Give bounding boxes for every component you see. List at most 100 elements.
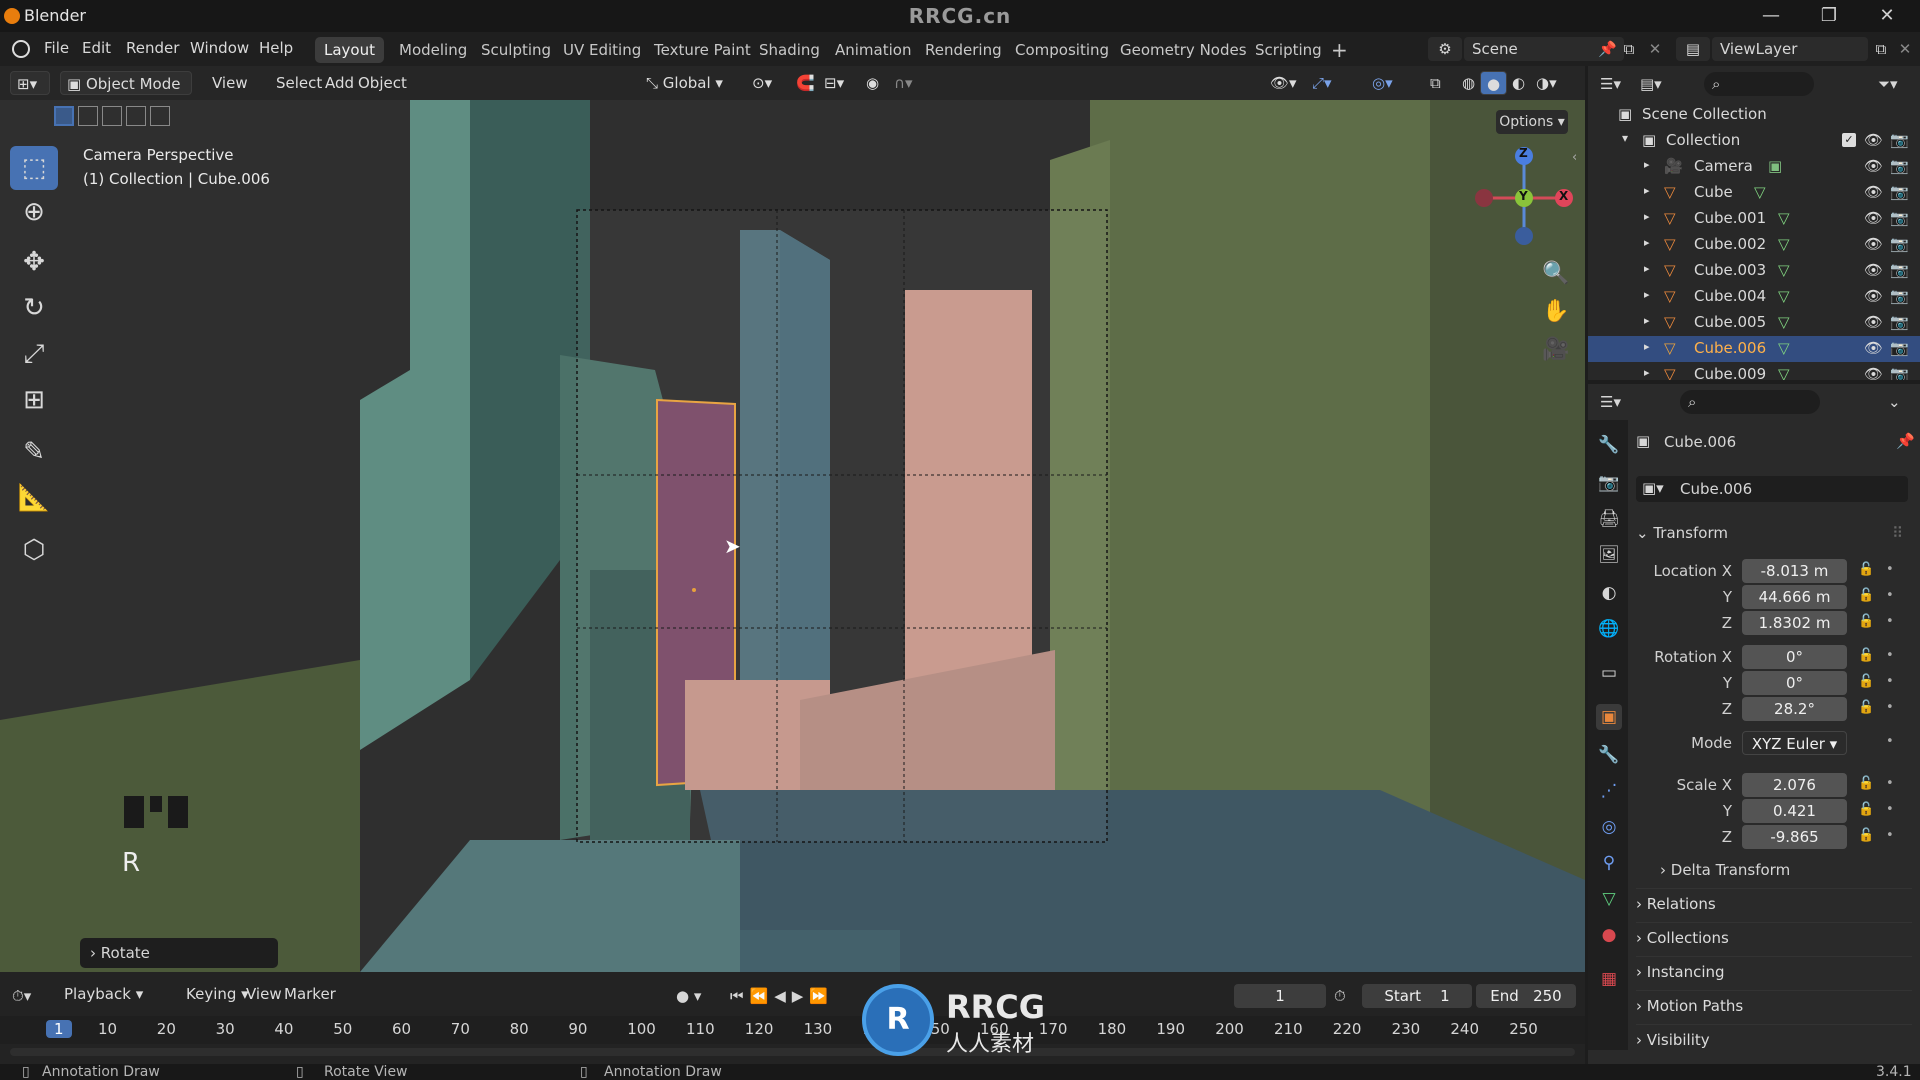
menu-render[interactable]: Render: [126, 39, 179, 57]
hide-eye-icon[interactable]: 👁: [1864, 131, 1883, 149]
hide-eye-icon[interactable]: 👁: [1864, 313, 1883, 331]
playhead-frame-marker[interactable]: 1: [46, 1020, 72, 1038]
outliner-item-selected[interactable]: ▸ ▽ Cube.006 ▽ 👁 📷: [1588, 336, 1920, 362]
keyframe-dot-icon[interactable]: •: [1886, 674, 1894, 689]
current-frame-field[interactable]: 1: [1234, 984, 1326, 1008]
drag-handle-icon[interactable]: ⠿: [1892, 518, 1903, 548]
rotate-tool-icon[interactable]: ↻: [10, 286, 58, 330]
tab-scripting[interactable]: Scripting: [1246, 37, 1331, 63]
camera-view-icon[interactable]: 🎥: [1538, 332, 1574, 368]
object-datablock-field[interactable]: ▣▾ Cube.006: [1636, 476, 1908, 502]
mesh-data-icon[interactable]: ▽: [1778, 313, 1790, 331]
tab-layout[interactable]: Layout: [315, 37, 384, 63]
zoom-icon[interactable]: 🔍: [1538, 256, 1574, 292]
navigation-gizmo[interactable]: Z Y X: [1470, 140, 1580, 250]
measure-tool-icon[interactable]: 📐: [10, 476, 58, 520]
lock-icon[interactable]: 🔓: [1858, 562, 1874, 577]
expand-chevron-icon[interactable]: ▸: [1644, 184, 1650, 197]
xray-icon[interactable]: ⧉: [1424, 71, 1447, 95]
motion-paths-panel-header[interactable]: › Motion Paths: [1636, 990, 1912, 1020]
render-camera-icon[interactable]: 📷: [1890, 183, 1909, 201]
proportional-edit-icon[interactable]: ◉: [860, 71, 885, 95]
render-camera-icon[interactable]: 📷: [1890, 131, 1909, 149]
menu-window[interactable]: Window: [190, 39, 249, 57]
keyframe-dot-icon[interactable]: •: [1886, 700, 1894, 715]
transform-orientation-dropdown[interactable]: ⤡ Global ▾: [640, 71, 736, 95]
render-camera-icon[interactable]: 📷: [1890, 287, 1909, 305]
instancing-panel-header[interactable]: › Instancing: [1636, 956, 1912, 986]
gizmo-icon[interactable]: ⤢▾: [1306, 71, 1338, 95]
filter-icon[interactable]: ⏷▾: [1878, 72, 1912, 96]
object-tab-icon[interactable]: ▣: [1596, 704, 1622, 730]
select-extend-icon[interactable]: [78, 106, 98, 126]
menu-object[interactable]: Object: [352, 71, 413, 95]
mesh-data-icon[interactable]: ▽: [1778, 287, 1790, 305]
texture-tab-icon[interactable]: ▦: [1596, 966, 1622, 992]
play-icon[interactable]: ▶: [792, 987, 810, 1005]
pivot-point-icon[interactable]: ⊙▾: [746, 71, 778, 95]
overlays-icon[interactable]: ◎▾: [1366, 71, 1399, 95]
scene-browse-icon[interactable]: ⚙: [1428, 37, 1462, 61]
transform-panel-header[interactable]: ⌄ Transform ⠿: [1636, 518, 1912, 548]
lock-icon[interactable]: 🔓: [1858, 588, 1874, 603]
tab-uv-editing[interactable]: UV Editing: [554, 37, 650, 63]
scale-tool-icon[interactable]: ⤢: [10, 332, 58, 376]
mesh-data-icon[interactable]: ▽: [1778, 235, 1790, 253]
scale-y-field[interactable]: 0.421: [1742, 799, 1847, 823]
rendered-shading-icon[interactable]: ◑▾: [1530, 71, 1563, 95]
menu-edit[interactable]: Edit: [82, 39, 111, 57]
tab-geometry-nodes[interactable]: Geometry Nodes: [1111, 37, 1256, 63]
start-frame-field[interactable]: Start 1: [1362, 984, 1472, 1008]
collection-row[interactable]: ▾ ▣ Collection ✓ 👁 📷: [1588, 128, 1920, 154]
add-cube-tool-icon[interactable]: ⬡: [10, 528, 58, 572]
render-camera-icon[interactable]: 📷: [1890, 235, 1909, 253]
visibility-icon[interactable]: 👁▾: [1264, 71, 1303, 95]
pin-icon[interactable]: 📌: [1896, 432, 1915, 450]
render-camera-icon[interactable]: 📷: [1890, 365, 1909, 380]
prev-keyframe-icon[interactable]: ⏪: [750, 987, 775, 1005]
last-operator-panel[interactable]: › Rotate: [80, 938, 278, 968]
tab-compositing[interactable]: Compositing: [1006, 37, 1118, 63]
auto-keying-icon[interactable]: ● ▾: [676, 984, 716, 1008]
expand-chevron-icon[interactable]: ▸: [1644, 210, 1650, 223]
render-camera-icon[interactable]: 📷: [1890, 209, 1909, 227]
pan-hand-icon[interactable]: ✋: [1538, 294, 1574, 330]
keyframe-dot-icon[interactable]: •: [1886, 588, 1894, 603]
expand-chevron-icon[interactable]: ▾: [1622, 131, 1628, 145]
location-x-field[interactable]: -8.013 m: [1742, 559, 1847, 583]
outliner-item[interactable]: ▸ ▽ Cube.005 ▽ 👁 📷: [1588, 310, 1920, 336]
lock-icon[interactable]: 🔓: [1858, 614, 1874, 629]
output-tab-icon[interactable]: 🖨: [1596, 506, 1622, 532]
end-frame-field[interactable]: End 250: [1476, 984, 1576, 1008]
cursor-tool-icon[interactable]: ⊕: [10, 190, 58, 234]
next-keyframe-icon[interactable]: ⏩: [809, 987, 834, 1005]
options-dropdown[interactable]: Options ▾: [1496, 110, 1568, 134]
select-invert-icon[interactable]: [126, 106, 146, 126]
scene-tab-icon[interactable]: ◐: [1596, 580, 1622, 606]
outliner-editor-type-icon[interactable]: ☰▾: [1600, 72, 1634, 96]
keyframe-dot-icon[interactable]: •: [1886, 648, 1894, 663]
location-y-field[interactable]: 44.666 m: [1742, 585, 1847, 609]
mode-dropdown[interactable]: ▣ Object Mode ▾: [60, 71, 192, 117]
lock-icon[interactable]: 🔓: [1858, 828, 1874, 843]
tool-tab-icon[interactable]: 🔧: [1596, 432, 1622, 458]
expand-chevron-icon[interactable]: ▸: [1644, 236, 1650, 249]
object-browse-icon[interactable]: ▣▾: [1642, 479, 1664, 497]
timeline-editor-type-icon[interactable]: ⏱▾: [12, 984, 50, 1008]
lock-icon[interactable]: 🔓: [1858, 802, 1874, 817]
keyframe-dot-icon[interactable]: •: [1886, 734, 1894, 749]
particles-tab-icon[interactable]: ⋰: [1596, 778, 1622, 804]
tab-modeling[interactable]: Modeling: [390, 37, 476, 63]
hide-eye-icon[interactable]: 👁: [1864, 183, 1883, 201]
blender-menu-icon[interactable]: [12, 40, 30, 58]
rotation-z-field[interactable]: 28.2°: [1742, 697, 1847, 721]
menu-file[interactable]: File: [44, 39, 69, 57]
physics-tab-icon[interactable]: ◎: [1596, 814, 1622, 840]
outliner-item[interactable]: ▸ ▽ Cube.002 ▽ 👁 📷: [1588, 232, 1920, 258]
constraints-tab-icon[interactable]: ⚲: [1596, 850, 1622, 876]
sidebar-toggle-icon[interactable]: ‹: [1572, 150, 1577, 165]
timeline-scrollbar[interactable]: [10, 1048, 1575, 1056]
frame-ruler[interactable]: 1102030405060708090100110120130140150160…: [0, 1016, 1585, 1044]
keyframe-dot-icon[interactable]: •: [1886, 614, 1894, 629]
select-intersect-icon[interactable]: [150, 106, 170, 126]
